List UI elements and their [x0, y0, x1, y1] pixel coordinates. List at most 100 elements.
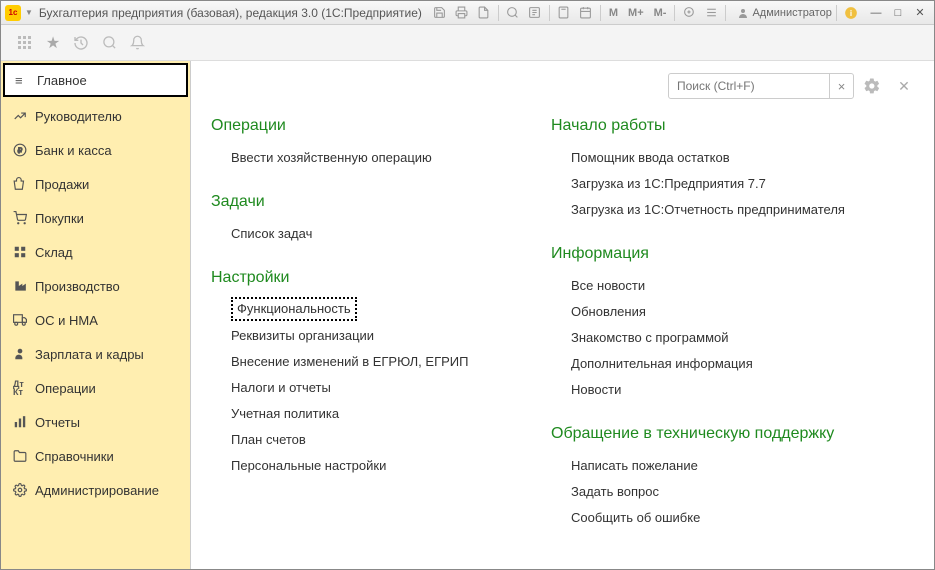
sidebar-item-warehouse[interactable]: Склад — [1, 235, 190, 269]
bars-icon — [13, 415, 35, 429]
boxes-icon — [13, 245, 35, 259]
section-title-tasks: Задачи — [211, 193, 511, 211]
search-icon[interactable] — [503, 4, 523, 22]
mem-mplus[interactable]: M+ — [624, 7, 648, 19]
link-enter-business-operation[interactable]: Ввести хозяйственную операцию — [231, 145, 511, 171]
app-logo-icon: 1c — [5, 5, 21, 21]
link-accounting-policy[interactable]: Учетная политика — [231, 401, 511, 427]
sidebar-label: Продажи — [35, 177, 89, 192]
search-toolbar-icon[interactable] — [95, 29, 123, 57]
calculator-icon[interactable] — [554, 4, 574, 22]
help-list-icon[interactable] — [701, 4, 721, 22]
title-bar: 1c ▼ Бухгалтерия предприятия (базовая), … — [1, 1, 934, 25]
sidebar-label: Склад — [35, 245, 73, 260]
link-personal-settings[interactable]: Персональные настройки — [231, 453, 511, 479]
link-chart-of-accounts[interactable]: План счетов — [231, 427, 511, 453]
window-title: Бухгалтерия предприятия (базовая), редак… — [39, 6, 422, 20]
mem-mminus[interactable]: M- — [650, 7, 671, 19]
link-balance-assistant[interactable]: Помощник ввода остатков — [571, 145, 891, 171]
app-menu-dropdown[interactable]: ▼ — [25, 8, 33, 17]
sidebar-label: Производство — [35, 279, 120, 294]
bell-icon[interactable] — [123, 29, 151, 57]
section-title-support: Обращение в техническую поддержку — [551, 425, 891, 443]
ruble-icon: ₽ — [13, 143, 35, 157]
save-icon[interactable] — [430, 4, 450, 22]
link-org-details[interactable]: Реквизиты организации — [231, 323, 511, 349]
calendar-icon[interactable] — [576, 4, 596, 22]
body: ≡ Главное Руководителю ₽ Банк и касса Пр… — [1, 61, 934, 569]
section-title-operations: Операции — [211, 117, 511, 135]
content-top-bar: × ✕ — [211, 73, 914, 99]
favorites-icon[interactable]: ★ — [39, 29, 67, 57]
sections-columns: Операции Ввести хозяйственную операцию З… — [211, 117, 914, 553]
sidebar-label: Администрирование — [35, 483, 159, 498]
person-icon — [736, 6, 750, 20]
link-getting-to-know[interactable]: Знакомство с программой — [571, 325, 891, 351]
apps-grid-icon[interactable] — [11, 29, 39, 57]
link-additional-info[interactable]: Дополнительная информация — [571, 351, 891, 377]
link-import-77[interactable]: Загрузка из 1С:Предприятия 7.7 — [571, 171, 891, 197]
zoom-icon[interactable] — [679, 4, 699, 22]
truck-icon — [13, 313, 35, 327]
preview-icon[interactable] — [525, 4, 545, 22]
print-icon[interactable] — [452, 4, 472, 22]
minimize-button[interactable]: — — [866, 5, 886, 21]
window-controls: — □ ✕ — [866, 5, 930, 21]
sidebar-label: Руководителю — [35, 109, 122, 124]
column-right: Начало работы Помощник ввода остатков За… — [551, 117, 891, 553]
menu-icon: ≡ — [15, 73, 37, 88]
person-salary-icon — [13, 347, 35, 361]
current-user[interactable]: Администратор — [736, 6, 831, 20]
history-icon[interactable] — [67, 29, 95, 57]
link-ask-question[interactable]: Задать вопрос — [571, 479, 891, 505]
section-title-settings: Настройки — [211, 269, 511, 287]
link-all-news[interactable]: Все новости — [571, 273, 891, 299]
sidebar-item-purchases[interactable]: Покупки — [1, 201, 190, 235]
sidebar-item-reports[interactable]: Отчеты — [1, 405, 190, 439]
cart-icon — [13, 211, 35, 225]
close-panel-button[interactable]: ✕ — [894, 76, 914, 96]
sidebar-label: Операции — [35, 381, 96, 396]
chart-up-icon — [13, 109, 35, 123]
settings-gear-icon[interactable] — [860, 74, 884, 98]
sidebar-item-assets[interactable]: ОС и НМА — [1, 303, 190, 337]
link-news[interactable]: Новости — [571, 377, 891, 403]
link-write-suggestion[interactable]: Написать пожелание — [571, 453, 891, 479]
sidebar-item-operations[interactable]: ДтКт Операции — [1, 371, 190, 405]
content-area: × ✕ Операции Ввести хозяйственную операц… — [191, 61, 934, 569]
close-button[interactable]: ✕ — [910, 5, 930, 21]
sections-toolbar: ★ — [1, 25, 934, 61]
column-left: Операции Ввести хозяйственную операцию З… — [211, 117, 511, 553]
section-title-getting-started: Начало работы — [551, 117, 891, 135]
link-taxes[interactable]: Налоги и отчеты — [231, 375, 511, 401]
mem-m[interactable]: M — [605, 7, 622, 19]
search-clear-button[interactable]: × — [829, 74, 853, 98]
current-user-name: Администратор — [752, 7, 831, 19]
sidebar-item-manager[interactable]: Руководителю — [1, 99, 190, 133]
maximize-button[interactable]: □ — [888, 5, 908, 21]
sidebar-item-admin[interactable]: Администрирование — [1, 473, 190, 507]
info-icon[interactable]: i — [841, 4, 861, 22]
sidebar-item-catalogs[interactable]: Справочники — [1, 439, 190, 473]
search-input[interactable] — [669, 79, 829, 93]
link-egrul[interactable]: Внесение изменений в ЕГРЮЛ, ЕГРИП — [231, 349, 511, 375]
link-updates[interactable]: Обновления — [571, 299, 891, 325]
svg-text:i: i — [850, 8, 852, 17]
dt-kt-icon: ДтКт — [13, 380, 35, 396]
sidebar-item-main[interactable]: ≡ Главное — [3, 63, 188, 97]
sidebar-label: Покупки — [35, 211, 84, 226]
document-icon[interactable] — [474, 4, 494, 22]
sidebar-item-payroll[interactable]: Зарплата и кадры — [1, 337, 190, 371]
link-report-bug[interactable]: Сообщить об ошибке — [571, 505, 891, 531]
link-functionality[interactable]: Функциональность — [231, 297, 357, 321]
search-box: × — [668, 73, 854, 99]
link-task-list[interactable]: Список задач — [231, 221, 511, 247]
link-import-reporting[interactable]: Загрузка из 1С:Отчетность предпринимател… — [571, 197, 891, 223]
title-toolbar: M M+ M- Администратор i — [430, 4, 861, 22]
folder-icon — [13, 449, 35, 463]
sidebar-item-production[interactable]: Производство — [1, 269, 190, 303]
gear-icon — [13, 483, 35, 497]
sidebar-label: ОС и НМА — [35, 313, 98, 328]
sidebar-item-sales[interactable]: Продажи — [1, 167, 190, 201]
sidebar-item-bank[interactable]: ₽ Банк и касса — [1, 133, 190, 167]
